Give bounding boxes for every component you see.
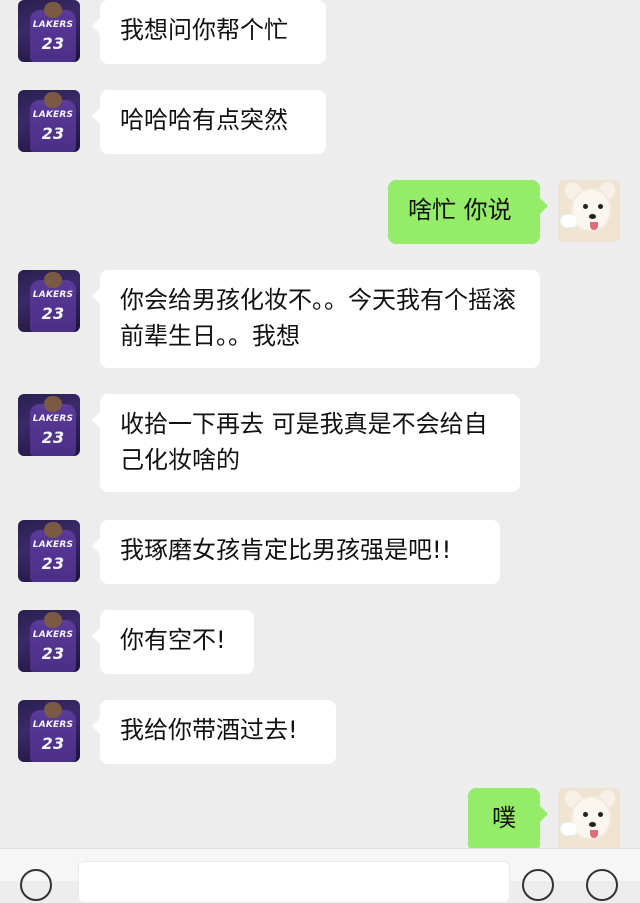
puppy-avatar-icon xyxy=(560,214,578,228)
lakers-jersey-avatar-icon: LAKERS 23 xyxy=(30,92,76,152)
avatar-number-text: 23 xyxy=(41,34,65,53)
lakers-jersey-avatar-icon: LAKERS 23 xyxy=(30,612,76,672)
message-text: 你会给男孩化妆不。。今天我有个摇滚前辈生日。。我想 xyxy=(120,286,516,350)
lakers-jersey-avatar-icon: LAKERS 23 xyxy=(30,396,76,456)
puppy-avatar-icon xyxy=(590,222,598,230)
message-bubble[interactable]: 收拾一下再去 可是我真是不会给自己化妆啥的 xyxy=(92,394,520,492)
lakers-jersey-avatar-icon: LAKERS 23 xyxy=(30,272,76,332)
avatar-team-text: LAKERS xyxy=(32,630,74,640)
contact-avatar[interactable]: LAKERS 23 xyxy=(18,270,80,332)
avatar-number-text: 23 xyxy=(41,734,65,753)
contact-avatar[interactable]: LAKERS 23 xyxy=(18,394,80,456)
message-bubble[interactable]: 你有空不! xyxy=(92,610,254,674)
puppy-avatar-icon xyxy=(589,214,596,219)
contact-avatar[interactable]: LAKERS 23 xyxy=(18,520,80,582)
avatar-number-text: 23 xyxy=(41,428,65,447)
message-text: 噗 xyxy=(492,804,516,832)
avatar-team-text: LAKERS xyxy=(32,540,74,550)
avatar-team-text: LAKERS xyxy=(32,290,74,300)
message-text: 我给你带酒过去! xyxy=(120,716,298,744)
message-row: 啥忙 你说 xyxy=(0,180,640,244)
message-row: LAKERS 23 我琢磨女孩肯定比男孩强是吧!! xyxy=(0,520,640,584)
message-bubble[interactable]: 我想问你帮个忙 xyxy=(92,0,326,64)
puppy-avatar-icon xyxy=(589,822,596,827)
puppy-avatar-icon xyxy=(583,812,588,817)
message-bubble[interactable]: 你会给男孩化妆不。。今天我有个摇滚前辈生日。。我想 xyxy=(92,270,540,368)
message-text: 收拾一下再去 可是我真是不会给自己化妆啥的 xyxy=(120,410,488,474)
avatar-number-text: 23 xyxy=(41,124,65,143)
avatar-team-text: LAKERS xyxy=(32,110,74,120)
lakers-jersey-avatar-icon: LAKERS 23 xyxy=(30,702,76,762)
message-row: LAKERS 23 哈哈哈有点突然 xyxy=(0,90,640,154)
message-bubble[interactable]: 我琢磨女孩肯定比男孩强是吧!! xyxy=(92,520,500,584)
message-row: LAKERS 23 我给你带酒过去! xyxy=(0,700,640,764)
add-icon[interactable] xyxy=(586,869,618,901)
puppy-avatar-icon xyxy=(560,822,578,836)
message-text: 我想问你帮个忙 xyxy=(120,16,288,44)
avatar-team-text: LAKERS xyxy=(32,414,74,424)
puppy-avatar-icon xyxy=(598,812,603,817)
message-row: LAKERS 23 你会给男孩化妆不。。今天我有个摇滚前辈生日。。我想 xyxy=(0,270,640,368)
puppy-avatar-icon xyxy=(583,204,588,209)
puppy-avatar-icon xyxy=(590,830,598,838)
message-bubble[interactable]: 噗 xyxy=(468,788,548,852)
message-text: 我琢磨女孩肯定比男孩强是吧!! xyxy=(120,536,452,564)
message-row: LAKERS 23 收拾一下再去 可是我真是不会给自己化妆啥的 xyxy=(0,394,640,492)
input-bar xyxy=(0,848,640,903)
message-bubble[interactable]: 我给你带酒过去! xyxy=(92,700,336,764)
message-text: 哈哈哈有点突然 xyxy=(120,106,288,134)
message-text: 啥忙 你说 xyxy=(408,196,512,224)
avatar-number-text: 23 xyxy=(41,644,65,663)
lakers-jersey-avatar-icon: LAKERS 23 xyxy=(30,522,76,582)
contact-avatar[interactable]: LAKERS 23 xyxy=(18,90,80,152)
puppy-avatar-icon xyxy=(598,204,603,209)
contact-avatar[interactable]: LAKERS 23 xyxy=(18,610,80,672)
chat-area: LAKERS 23 我想问你帮个忙 LAKERS 23 哈哈哈有点突然 啥忙 你… xyxy=(0,0,640,880)
contact-avatar[interactable]: LAKERS 23 xyxy=(18,700,80,762)
message-row: LAKERS 23 你有空不! xyxy=(0,610,640,674)
user-avatar[interactable] xyxy=(558,180,620,242)
message-row: LAKERS 23 我想问你帮个忙 xyxy=(0,0,640,64)
message-input[interactable] xyxy=(78,861,510,903)
contact-avatar[interactable]: LAKERS 23 xyxy=(18,0,80,62)
user-avatar[interactable] xyxy=(558,788,620,850)
message-text: 你有空不! xyxy=(120,626,226,654)
avatar-team-text: LAKERS xyxy=(32,20,74,30)
message-row: 噗 xyxy=(0,788,640,852)
message-bubble[interactable]: 哈哈哈有点突然 xyxy=(92,90,326,154)
message-bubble[interactable]: 啥忙 你说 xyxy=(388,180,548,244)
avatar-number-text: 23 xyxy=(41,554,65,573)
emoji-icon[interactable] xyxy=(522,869,554,901)
voice-input-icon[interactable] xyxy=(20,869,52,901)
lakers-jersey-avatar-icon: LAKERS 23 xyxy=(30,2,76,62)
avatar-number-text: 23 xyxy=(41,304,65,323)
avatar-team-text: LAKERS xyxy=(32,720,74,730)
